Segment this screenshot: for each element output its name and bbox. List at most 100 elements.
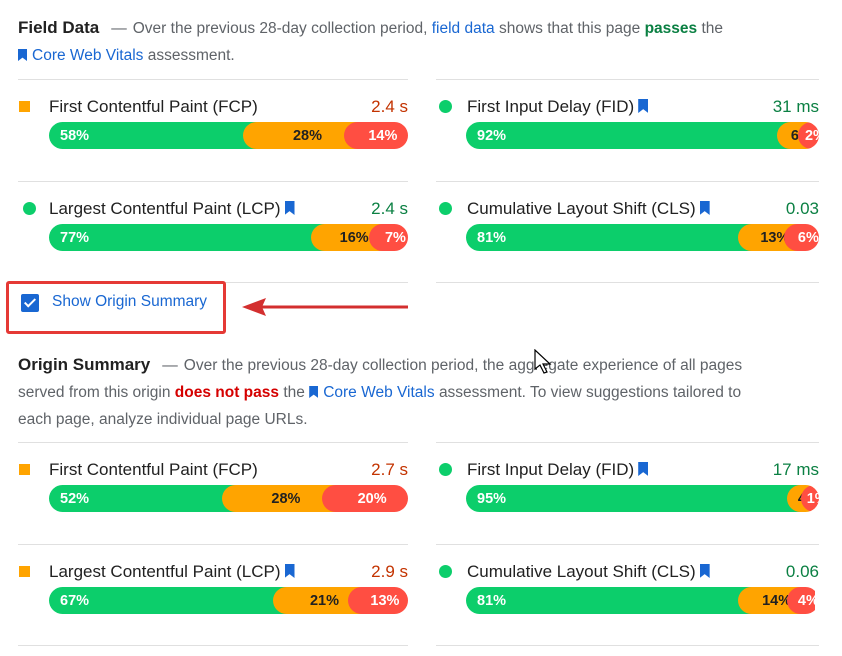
- origin-summary-title: Origin Summary: [18, 355, 151, 374]
- metric-value: 2.4 s: [371, 97, 408, 116]
- bookmark-icon[interactable]: [699, 564, 710, 578]
- origin-desc-post: assessment. To view suggestions tailored…: [438, 384, 742, 401]
- metric-value: 0.03: [785, 199, 819, 218]
- metric-value: 2.9 s: [371, 562, 408, 581]
- divider: [18, 442, 408, 443]
- bar-good: 58%: [49, 122, 258, 149]
- divider: [436, 645, 819, 646]
- show-origin-checkbox[interactable]: [21, 294, 39, 312]
- origin-desc-the: the: [283, 384, 305, 401]
- field-data-header: Field Data — Over the previous 28-day coll…: [18, 18, 724, 64]
- divider: [436, 544, 819, 545]
- bar-good: 92%: [466, 122, 791, 149]
- status-does-not-pass: does not pass: [174, 384, 280, 401]
- bar-poor: 2%: [797, 122, 819, 149]
- distribution-bar: 52% 28% 20%: [49, 485, 408, 512]
- metric-name: Cumulative Layout Shift (CLS): [467, 195, 710, 222]
- metric-fid: First Input Delay (FID) 17 ms 95% 4% 1%: [436, 456, 819, 526]
- metric-value: 2.4 s: [371, 199, 408, 218]
- field-data-title: Field Data: [18, 18, 100, 37]
- mouse-cursor-icon: [534, 349, 552, 374]
- metric-name: Largest Contentful Paint (LCP): [49, 558, 295, 585]
- bookmark-icon: [18, 49, 27, 61]
- metric-lcp: Largest Contentful Paint (LCP) 2.9 s 67%…: [18, 558, 408, 628]
- metric-fid: First Input Delay (FID) 31 ms 92% 6% 2%: [436, 93, 819, 163]
- green-circle-icon: [439, 100, 452, 113]
- bar-average: 28%: [221, 485, 337, 512]
- bar-poor: 6%: [783, 224, 819, 251]
- show-origin-label[interactable]: Show Origin Summary: [52, 290, 207, 314]
- metric-name: First Contentful Paint (FCP): [49, 460, 258, 479]
- distribution-bar: 95% 4% 1%: [466, 485, 819, 512]
- bar-poor: 4%: [787, 587, 819, 614]
- bar-poor: 13%: [347, 587, 408, 614]
- distribution-bar: 58% 28% 14%: [49, 122, 408, 149]
- bar-poor: 1%: [801, 485, 819, 512]
- cwv-link[interactable]: Core Web Vitals: [323, 384, 434, 401]
- divider: [18, 181, 408, 182]
- bar-good: 67%: [49, 587, 288, 614]
- divider: [18, 79, 408, 80]
- distribution-bar: 81% 14% 4%: [466, 587, 819, 614]
- metric-name: Cumulative Layout Shift (CLS): [467, 558, 710, 585]
- cwv-link[interactable]: Core Web Vitals: [32, 47, 143, 64]
- green-circle-icon: [439, 463, 452, 476]
- metric-name-text: Cumulative Layout Shift (CLS): [467, 562, 696, 581]
- bookmark-icon[interactable]: [638, 99, 649, 113]
- status-passes: passes: [644, 20, 698, 37]
- metric-cls: Cumulative Layout Shift (CLS) 0.06 81% 1…: [436, 558, 819, 628]
- distribution-bar: 81% 13% 6%: [466, 224, 819, 251]
- field-data-desc: Over the previous 28-day collection peri…: [132, 20, 428, 37]
- bar-good: 81%: [466, 224, 752, 251]
- divider: [436, 79, 819, 80]
- divider: [436, 181, 819, 182]
- metric-value: 2.7 s: [371, 460, 408, 479]
- metric-name-text: Cumulative Layout Shift (CLS): [467, 199, 696, 218]
- distribution-bar: 92% 6% 2%: [466, 122, 819, 149]
- metric-value: 0.06: [785, 562, 819, 581]
- green-circle-icon: [439, 565, 452, 578]
- orange-square-icon: [19, 566, 30, 577]
- origin-desc: Over the previous 28-day collection peri…: [183, 357, 743, 374]
- bookmark-icon[interactable]: [699, 201, 710, 215]
- origin-summary-header: Origin Summary — Over the previous 28-day …: [18, 355, 743, 428]
- origin-desc-line3: each page, analyze individual page URLs.: [18, 411, 308, 428]
- metric-lcp: Largest Contentful Paint (LCP) 2.4 s 77%…: [18, 195, 408, 265]
- green-circle-icon: [439, 202, 452, 215]
- metric-name-text: First Input Delay (FID): [467, 460, 635, 479]
- distribution-bar: 77% 16% 7%: [49, 224, 408, 251]
- field-data-desc-mid: shows that this page: [498, 20, 641, 37]
- bar-good: 77%: [49, 224, 326, 251]
- divider: [436, 282, 819, 283]
- origin-desc-line2: served from this origin: [18, 384, 171, 401]
- bookmark-icon: [309, 386, 319, 398]
- red-arrow-icon: [242, 298, 408, 316]
- metric-name-text: Largest Contentful Paint (LCP): [49, 199, 281, 218]
- metric-name-text: Largest Contentful Paint (LCP): [49, 562, 281, 581]
- divider: [18, 544, 408, 545]
- bar-poor: 14%: [343, 122, 408, 149]
- field-data-link[interactable]: field data: [432, 20, 495, 37]
- distribution-bar: 67% 21% 13%: [49, 587, 408, 614]
- field-data-desc-post: assessment.: [147, 47, 235, 64]
- bar-average: 28%: [243, 122, 358, 149]
- metric-cls: Cumulative Layout Shift (CLS) 0.03 81% 1…: [436, 195, 819, 265]
- orange-square-icon: [19, 101, 30, 112]
- metric-fcp: First Contentful Paint (FCP) 2.4 s 58% 2…: [18, 93, 408, 163]
- bar-poor: 20%: [322, 485, 408, 512]
- metric-name: First Input Delay (FID): [467, 456, 649, 483]
- metric-name: First Input Delay (FID): [467, 93, 649, 120]
- bookmark-icon[interactable]: [638, 462, 649, 476]
- bar-poor: 7%: [368, 224, 408, 251]
- bookmark-icon[interactable]: [284, 201, 295, 215]
- bookmark-icon[interactable]: [284, 564, 295, 578]
- metric-name: First Contentful Paint (FCP): [49, 97, 258, 116]
- bar-good: 95%: [466, 485, 802, 512]
- metric-fcp: First Contentful Paint (FCP) 2.7 s 52% 2…: [18, 456, 408, 526]
- bar-good: 52%: [49, 485, 236, 512]
- metric-value: 17 ms: [772, 460, 819, 479]
- metric-value: 31 ms: [772, 97, 819, 116]
- divider: [18, 645, 408, 646]
- orange-square-icon: [19, 464, 30, 475]
- metric-name-text: First Input Delay (FID): [467, 97, 635, 116]
